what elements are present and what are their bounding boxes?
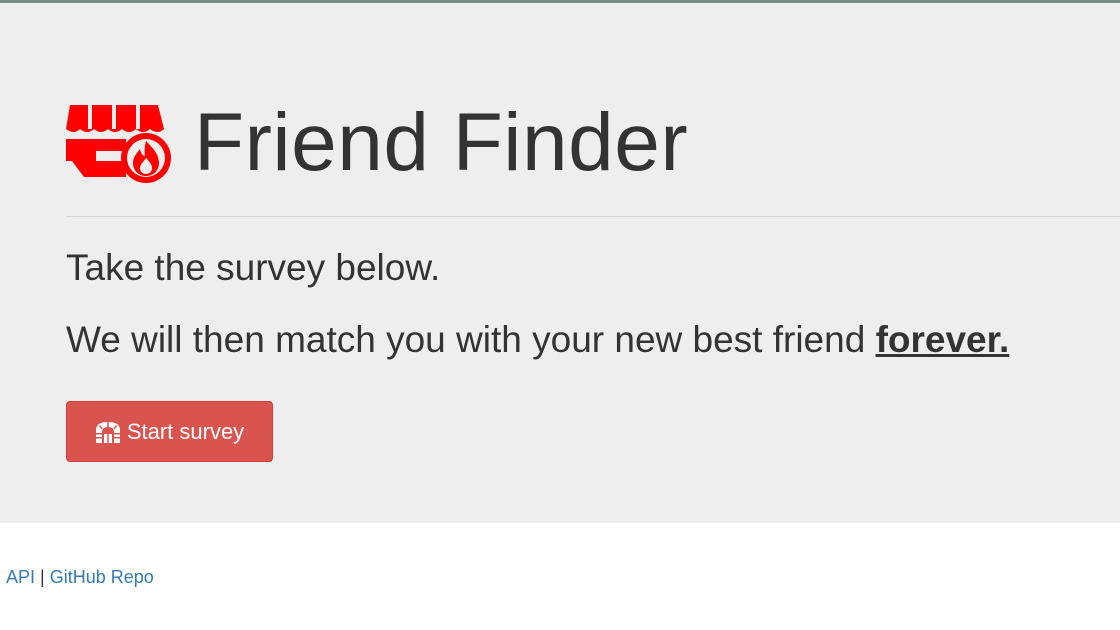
divider	[66, 216, 1120, 217]
intro-line-2: We will then match you with your new bes…	[66, 313, 1009, 367]
intro-line-1: Take the survey below.	[66, 247, 441, 288]
footer: API | GitHub Repo	[6, 564, 154, 590]
jumbotron: Friend Finder Take the survey below. We …	[0, 3, 1120, 523]
github-repo-link[interactable]: GitHub Repo	[50, 567, 154, 587]
page-title: Friend Finder	[194, 97, 689, 188]
start-survey-button[interactable]: Start survey	[66, 401, 273, 462]
start-survey-label: Start survey	[126, 418, 245, 444]
api-link[interactable]: API	[6, 567, 35, 587]
intro-line-2-text: We will then match you with your new bes…	[66, 319, 876, 360]
footer-separator: |	[40, 567, 45, 587]
archway-icon	[95, 421, 120, 443]
emphasis-forever: forever.	[875, 319, 1010, 360]
title-row: Friend Finder	[66, 98, 688, 188]
store-fire-icon	[66, 105, 171, 183]
